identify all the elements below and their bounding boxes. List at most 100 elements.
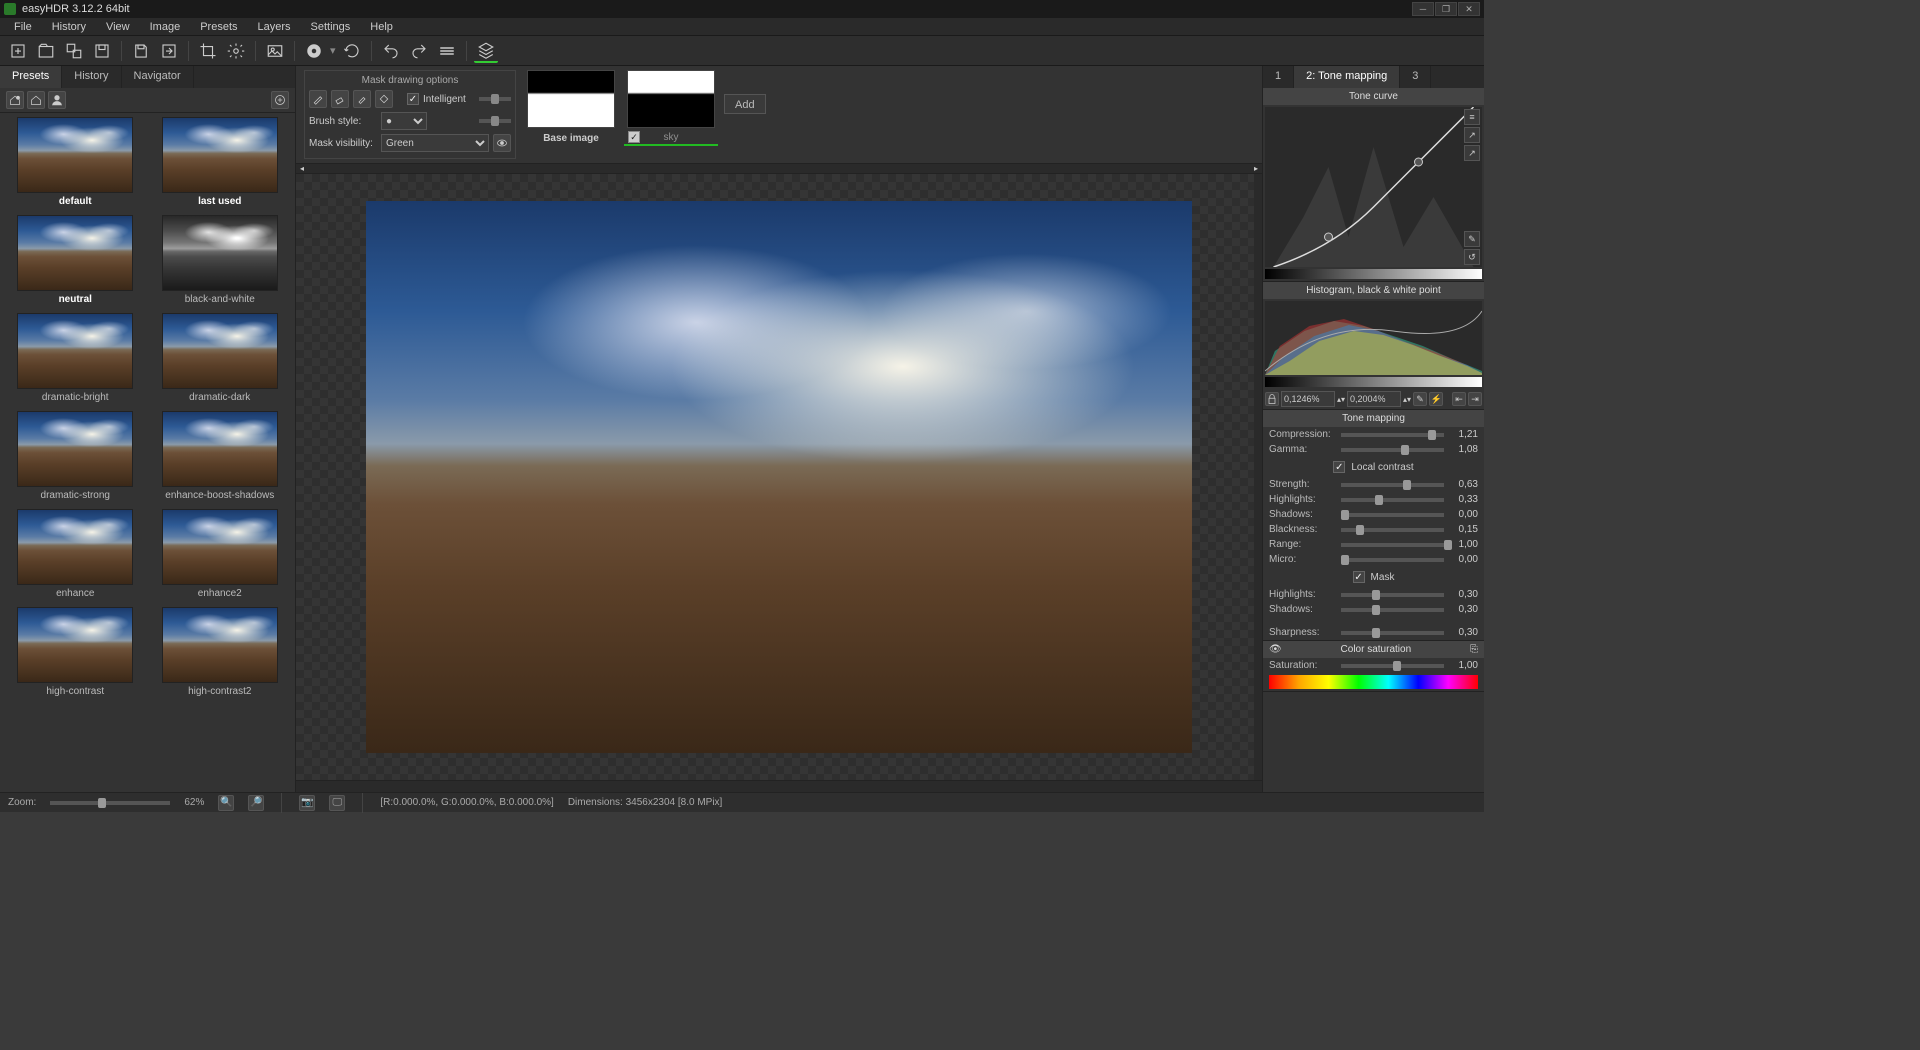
- histo-auto-icon[interactable]: ⚡: [1429, 392, 1443, 406]
- save-project-icon[interactable]: [90, 39, 114, 63]
- eye-icon[interactable]: 👁: [1269, 644, 1282, 655]
- preset-home-icon[interactable]: [27, 91, 45, 109]
- export-icon[interactable]: [157, 39, 181, 63]
- brush-icon[interactable]: [309, 90, 327, 108]
- white-point-input[interactable]: [1347, 391, 1401, 407]
- curve-list-icon[interactable]: ≡: [1464, 109, 1480, 125]
- brush-style-select[interactable]: ●: [381, 112, 427, 130]
- canvas-v-scroll[interactable]: [1254, 174, 1262, 780]
- highlights-slider[interactable]: [1341, 498, 1444, 502]
- curve-reset-icon[interactable]: ↺: [1464, 249, 1480, 265]
- histo-pick-icon[interactable]: ✎: [1413, 392, 1427, 406]
- intelligent-slider[interactable]: [479, 97, 511, 101]
- menu-image[interactable]: Image: [140, 19, 191, 35]
- range-slider[interactable]: [1341, 543, 1444, 547]
- close-button[interactable]: ✕: [1458, 2, 1480, 16]
- sharpness-slider[interactable]: [1341, 631, 1444, 635]
- image-icon[interactable]: [263, 39, 287, 63]
- layer-scrollbar[interactable]: ◂▸: [296, 164, 1262, 174]
- image-canvas[interactable]: [296, 174, 1262, 780]
- redo-icon[interactable]: [407, 39, 431, 63]
- refresh-icon[interactable]: [340, 39, 364, 63]
- menu-layers[interactable]: Layers: [248, 19, 301, 35]
- preset-last used[interactable]: last used: [153, 117, 288, 207]
- zoom-out-icon[interactable]: 🔍: [218, 795, 234, 811]
- open-icon[interactable]: [34, 39, 58, 63]
- copy-icon[interactable]: ⎘: [1470, 644, 1478, 655]
- black-point-input[interactable]: [1281, 391, 1335, 407]
- preset-dramatic-bright[interactable]: dramatic-bright: [8, 313, 143, 403]
- camera-icon[interactable]: 📷: [299, 795, 315, 811]
- menu-view[interactable]: View: [96, 19, 140, 35]
- saturation-gradient[interactable]: [1269, 675, 1478, 689]
- histo-right-icon[interactable]: ⇥: [1468, 392, 1482, 406]
- mask-vis-select[interactable]: Green: [381, 134, 489, 152]
- rtab-tonemapping[interactable]: 2: Tone mapping: [1294, 66, 1400, 88]
- menu-history[interactable]: History: [42, 19, 96, 35]
- brush-size-slider[interactable]: [479, 119, 511, 123]
- highlights2-slider[interactable]: [1341, 593, 1444, 597]
- tab-presets[interactable]: Presets: [0, 66, 62, 88]
- saturation-slider[interactable]: [1341, 664, 1444, 668]
- shadows-slider[interactable]: [1341, 513, 1444, 517]
- monitor-icon[interactable]: 🖵: [329, 795, 345, 811]
- preset-black-and-white[interactable]: black-and-white: [153, 215, 288, 305]
- layer-sky[interactable]: ✓sky: [624, 70, 718, 146]
- save-icon[interactable]: [129, 39, 153, 63]
- histogram[interactable]: [1265, 301, 1482, 375]
- curve-preset2-icon[interactable]: ↗: [1464, 145, 1480, 161]
- tone-curve[interactable]: ≡ ↗ ↗ ✎ ↺: [1265, 107, 1482, 267]
- zoom-in-icon[interactable]: 🔎: [248, 795, 264, 811]
- preset-enhance2[interactable]: enhance2: [153, 509, 288, 599]
- nav-icon[interactable]: [302, 39, 326, 63]
- preset-neutral[interactable]: neutral: [8, 215, 143, 305]
- menu-settings[interactable]: Settings: [301, 19, 361, 35]
- histo-left-icon[interactable]: ⇤: [1452, 392, 1466, 406]
- rtab-3[interactable]: 3: [1400, 66, 1431, 88]
- eraser-icon[interactable]: [331, 90, 349, 108]
- mask-checkbox[interactable]: [1353, 571, 1365, 583]
- preset-enhance[interactable]: enhance: [8, 509, 143, 599]
- minimize-button[interactable]: ─: [1412, 2, 1434, 16]
- intelligent-checkbox[interactable]: [407, 93, 419, 105]
- preset-add-icon[interactable]: [271, 91, 289, 109]
- menu-presets[interactable]: Presets: [190, 19, 247, 35]
- zoom-slider[interactable]: [50, 801, 170, 805]
- undo-icon[interactable]: [379, 39, 403, 63]
- preset-default[interactable]: default: [8, 117, 143, 207]
- shadows2-slider[interactable]: [1341, 608, 1444, 612]
- curve-pencil-icon[interactable]: ✎: [1464, 231, 1480, 247]
- preset-user-icon[interactable]: [48, 91, 66, 109]
- dropper-icon[interactable]: [353, 90, 371, 108]
- canvas-h-scroll[interactable]: [296, 780, 1262, 792]
- new-project-icon[interactable]: [6, 39, 30, 63]
- menu-file[interactable]: File: [4, 19, 42, 35]
- crop-icon[interactable]: [196, 39, 220, 63]
- preset-home-users-icon[interactable]: [6, 91, 24, 109]
- preset-enhance-boost-shadows[interactable]: enhance-boost-shadows: [153, 411, 288, 501]
- lock-icon[interactable]: [1265, 392, 1279, 406]
- layer-base[interactable]: Base image: [524, 70, 618, 146]
- tab-history[interactable]: History: [62, 66, 121, 88]
- tab-navigator[interactable]: Navigator: [122, 66, 194, 88]
- curve-preset1-icon[interactable]: ↗: [1464, 127, 1480, 143]
- strength-slider[interactable]: [1341, 483, 1444, 487]
- fill-icon[interactable]: [375, 90, 393, 108]
- compare-icon[interactable]: [435, 39, 459, 63]
- preset-dramatic-dark[interactable]: dramatic-dark: [153, 313, 288, 403]
- micro-slider[interactable]: [1341, 558, 1444, 562]
- local-contrast-checkbox[interactable]: [1333, 461, 1345, 473]
- preset-dramatic-strong[interactable]: dramatic-strong: [8, 411, 143, 501]
- settings-icon[interactable]: [224, 39, 248, 63]
- preset-high-contrast[interactable]: high-contrast: [8, 607, 143, 697]
- menu-help[interactable]: Help: [360, 19, 403, 35]
- mask-eye-icon[interactable]: [493, 134, 511, 152]
- preset-high-contrast2[interactable]: high-contrast2: [153, 607, 288, 697]
- blackness-slider[interactable]: [1341, 528, 1444, 532]
- layers-icon[interactable]: [474, 39, 498, 63]
- rtab-1[interactable]: 1: [1263, 66, 1294, 88]
- add-layer-button[interactable]: Add: [724, 94, 766, 114]
- batch-icon[interactable]: [62, 39, 86, 63]
- compression-slider[interactable]: [1341, 433, 1444, 437]
- maximize-button[interactable]: ❐: [1435, 2, 1457, 16]
